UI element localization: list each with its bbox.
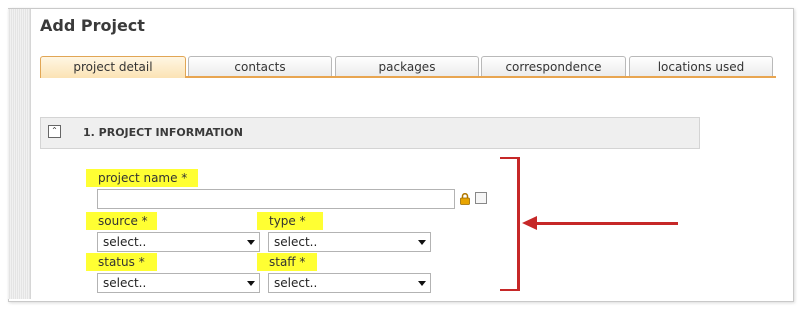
project-name-input[interactable] [97,189,455,209]
tab-packages[interactable]: packages [335,56,479,76]
tab-project-detail[interactable]: project detail [40,56,186,78]
status-select[interactable]: select.. [97,273,260,293]
source-select[interactable]: select.. [97,232,260,252]
chevron-down-icon [418,240,426,245]
chevron-down-icon [247,281,255,286]
staff-label: staff * [257,253,317,271]
status-label: status * [86,253,157,271]
type-select-value: select.. [274,235,318,249]
lock-checkbox[interactable] [475,192,487,204]
chevron-down-icon [247,240,255,245]
left-sidebar-strip [8,9,31,299]
staff-select-value: select.. [274,276,318,290]
staff-select[interactable]: select.. [268,273,431,293]
section-header: ⌃ 1. PROJECT INFORMATION [40,117,700,149]
tab-contacts[interactable]: contacts [188,56,332,76]
page-title: Add Project [40,16,145,35]
type-label: type * [257,212,323,230]
chevron-down-icon [418,281,426,286]
annotation-bracket [500,157,520,291]
lock-icon[interactable] [460,193,470,205]
annotation-arrow [535,222,678,225]
project-name-label: project name * [86,169,198,187]
source-select-value: select.. [103,235,147,249]
tab-bar: project detail contacts packages corresp… [40,56,776,78]
type-select[interactable]: select.. [268,232,431,252]
collapse-icon[interactable]: ⌃ [48,125,61,138]
section-title: 1. PROJECT INFORMATION [83,126,243,139]
tab-locations-used[interactable]: locations used [629,56,773,76]
status-select-value: select.. [103,276,147,290]
source-label: source * [86,212,157,230]
tab-correspondence[interactable]: correspondence [481,56,626,76]
